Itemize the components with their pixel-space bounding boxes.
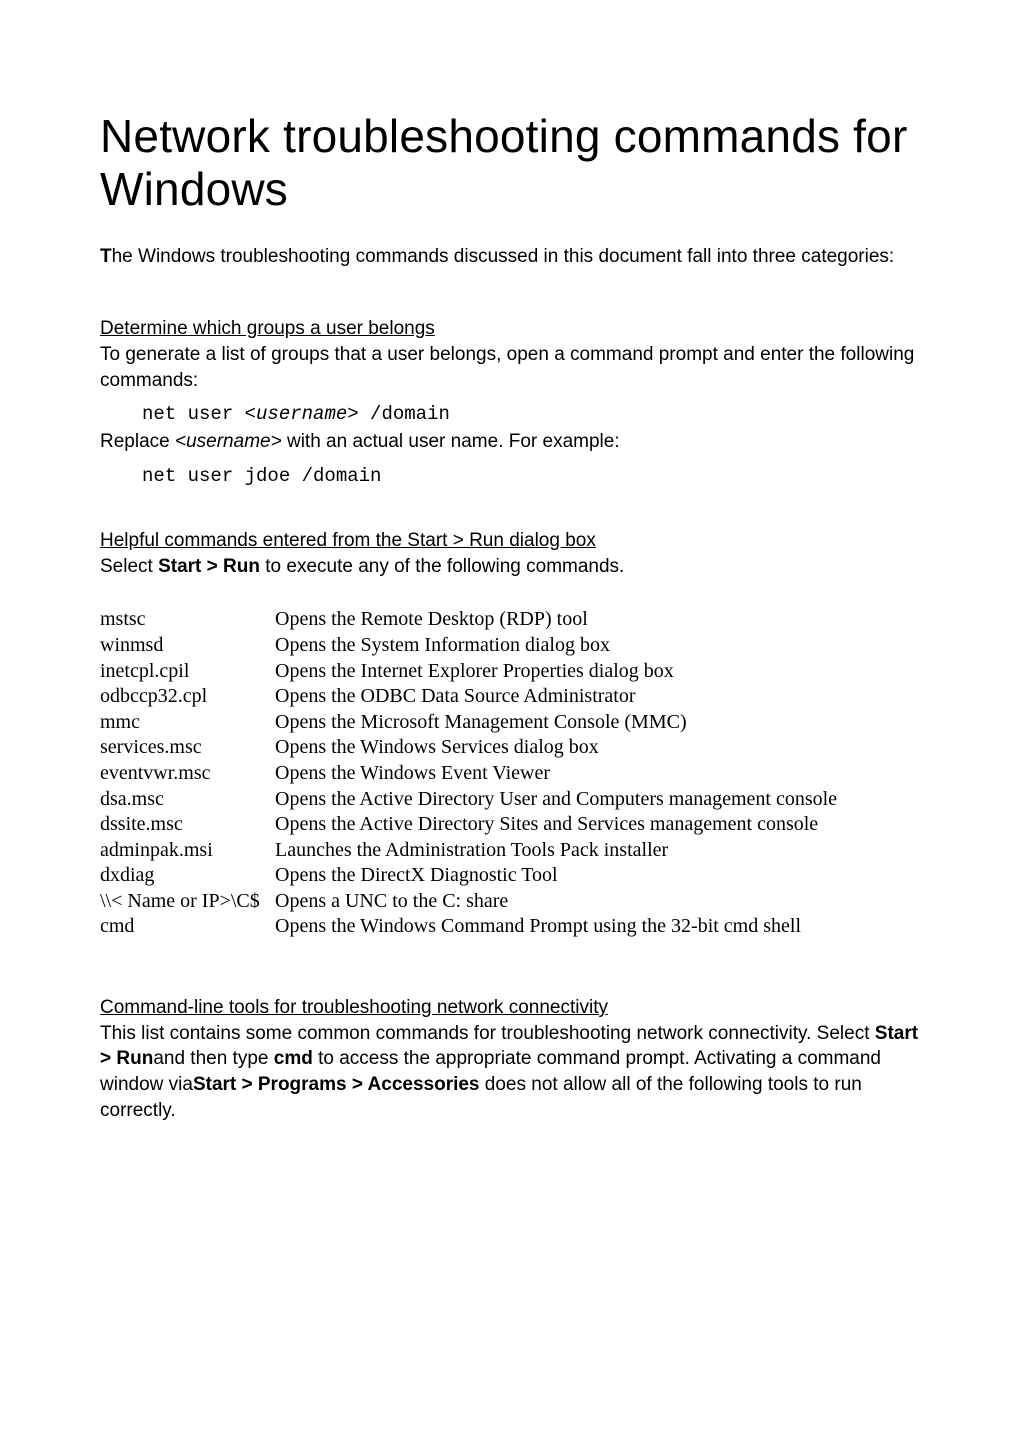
section1-code2: net user jdoe /domain xyxy=(100,465,920,487)
section3-body: This list contains some common commands … xyxy=(100,1021,920,1124)
cmd-name: mstsc xyxy=(100,607,275,633)
sec3-a: This list contains some common commands … xyxy=(100,1023,875,1044)
cmd-desc: Opens the Microsoft Management Console (… xyxy=(275,710,920,736)
cmd-name: dsa.msc xyxy=(100,787,275,813)
code1-arg: <username> xyxy=(245,403,359,425)
cmd-desc: Opens the Windows Command Prompt using t… xyxy=(275,914,920,940)
intro-dropcap: T xyxy=(100,246,112,267)
table-row: odbccp32.cplOpens the ODBC Data Source A… xyxy=(100,684,920,710)
sec2-body-post: to execute any of the following commands… xyxy=(260,556,624,577)
table-row: adminpak.msiLaunches the Administration … xyxy=(100,838,920,864)
intro-paragraph: The Windows troubleshooting commands dis… xyxy=(100,244,920,270)
replace-pre: Replace xyxy=(100,431,175,452)
cmd-name: inetcpl.cpil xyxy=(100,659,275,685)
section1-body: To generate a list of groups that a user… xyxy=(100,342,920,393)
cmd-name: eventvwr.msc xyxy=(100,761,275,787)
cmd-name: winmsd xyxy=(100,633,275,659)
section1-replace: Replace <username> with an actual user n… xyxy=(100,429,920,455)
section3-heading: Command-line tools for troubleshooting n… xyxy=(100,996,920,1021)
cmd-desc: Opens the Windows Event Viewer xyxy=(275,761,920,787)
table-row: \\< Name or IP>\C$Opens a UNC to the C: … xyxy=(100,889,920,915)
cmd-desc: Opens the ODBC Data Source Administrator xyxy=(275,684,920,710)
section1-code1: net user <username> /domain xyxy=(100,403,920,425)
sec3-d: cmd xyxy=(274,1048,313,1069)
cmd-name: adminpak.msi xyxy=(100,838,275,864)
table-row: mstscOpens the Remote Desktop (RDP) tool xyxy=(100,607,920,633)
table-row: mmcOpens the Microsoft Management Consol… xyxy=(100,710,920,736)
code1-post: /domain xyxy=(359,403,450,425)
cmd-name: cmd xyxy=(100,914,275,940)
section2-heading: Helpful commands entered from the Start … xyxy=(100,529,920,554)
table-row: dxdiagOpens the DirectX Diagnostic Tool xyxy=(100,863,920,889)
cmd-desc: Opens the Active Directory Sites and Ser… xyxy=(275,812,920,838)
cmd-name: odbccp32.cpl xyxy=(100,684,275,710)
sec3-c: and then type xyxy=(153,1048,273,1069)
table-row: inetcpl.cpilOpens the Internet Explorer … xyxy=(100,659,920,685)
cmd-desc: Opens the Remote Desktop (RDP) tool xyxy=(275,607,920,633)
cmd-name: mmc xyxy=(100,710,275,736)
cmd-desc: Launches the Administration Tools Pack i… xyxy=(275,838,920,864)
command-table: mstscOpens the Remote Desktop (RDP) tool… xyxy=(100,607,920,940)
table-row: dssite.mscOpens the Active Directory Sit… xyxy=(100,812,920,838)
replace-arg: <username> xyxy=(175,431,282,452)
cmd-desc: Opens the DirectX Diagnostic Tool xyxy=(275,863,920,889)
section2-body: Select Start > Run to execute any of the… xyxy=(100,554,920,580)
cmd-desc: Opens a UNC to the C: share xyxy=(275,889,920,915)
sec2-body-bold: Start > Run xyxy=(158,556,260,577)
page-title: Network troubleshooting commands for Win… xyxy=(100,110,920,216)
cmd-name: dssite.msc xyxy=(100,812,275,838)
cmd-name: dxdiag xyxy=(100,863,275,889)
table-row: dsa.mscOpens the Active Directory User a… xyxy=(100,787,920,813)
cmd-desc: Opens the Windows Services dialog box xyxy=(275,735,920,761)
cmd-name: \\< Name or IP>\C$ xyxy=(100,889,275,915)
section1-heading: Determine which groups a user belongs xyxy=(100,317,920,342)
sec3-f: Start > Programs > Accessories xyxy=(193,1074,480,1095)
document-page: Network troubleshooting commands for Win… xyxy=(0,0,1020,1442)
cmd-desc: Opens the Active Directory User and Comp… xyxy=(275,787,920,813)
intro-text: he Windows troubleshooting commands disc… xyxy=(112,246,895,267)
replace-post: with an actual user name. For example: xyxy=(282,431,620,452)
table-row: winmsdOpens the System Information dialo… xyxy=(100,633,920,659)
table-row: cmdOpens the Windows Command Prompt usin… xyxy=(100,914,920,940)
table-row: services.mscOpens the Windows Services d… xyxy=(100,735,920,761)
cmd-name: services.msc xyxy=(100,735,275,761)
cmd-desc: Opens the System Information dialog box xyxy=(275,633,920,659)
table-row: eventvwr.mscOpens the Windows Event View… xyxy=(100,761,920,787)
code1-pre: net user xyxy=(142,403,245,425)
cmd-desc: Opens the Internet Explorer Properties d… xyxy=(275,659,920,685)
sec2-body-pre: Select xyxy=(100,556,158,577)
